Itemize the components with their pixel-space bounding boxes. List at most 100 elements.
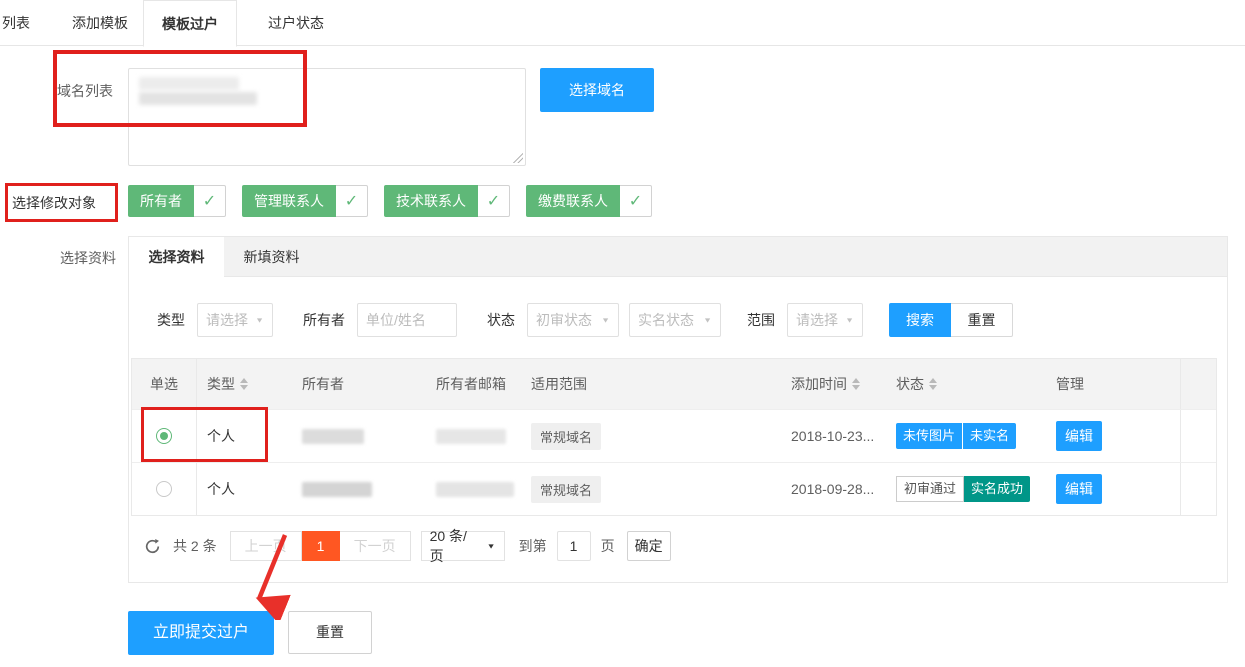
table-row: 个人 常规域名 2018-09-28... 初审通过 实名成功 编辑	[132, 462, 1216, 515]
filter-audit-status-select[interactable]: 初审状态 ▼	[527, 303, 619, 337]
top-tab-list[interactable]: 列表	[2, 0, 30, 46]
status-badge: 未传图片	[896, 423, 962, 449]
filter-reset-button[interactable]: 重置	[951, 303, 1013, 337]
check-icon[interactable]: ✓	[194, 185, 226, 217]
check-icon[interactable]: ✓	[336, 185, 368, 217]
filter-row: 类型 请选择 ▼ 所有者 状态 初审状态 ▼ 实名状态 ▼ 范围 请选择 ▼ 搜…	[157, 303, 1013, 337]
textarea-resize-handle[interactable]	[513, 153, 523, 163]
col-header-status[interactable]: 状态	[886, 359, 1046, 409]
row-radio-unselected[interactable]	[156, 481, 172, 497]
filter-owner-input[interactable]	[357, 303, 457, 337]
toggle-tech-label: 技术联系人	[384, 185, 478, 217]
edit-button[interactable]: 编辑	[1056, 421, 1102, 451]
check-icon[interactable]: ✓	[478, 185, 510, 217]
owner-email-cell	[426, 410, 521, 462]
footer-reset-button[interactable]: 重置	[288, 611, 372, 654]
redacted-domain-line	[139, 77, 239, 90]
filter-status-label: 状态	[487, 310, 515, 330]
filter-scope-label: 范围	[747, 310, 775, 330]
search-button[interactable]: 搜索	[889, 303, 951, 337]
jump-page-input[interactable]	[557, 531, 591, 561]
filter-type-label: 类型	[157, 310, 185, 330]
scope-cell: 常规域名	[521, 410, 781, 462]
spacer-cell	[1181, 463, 1216, 515]
col-header-added-time-label: 添加时间	[791, 374, 847, 394]
spacer-cell	[1181, 410, 1216, 462]
owner-email-cell	[426, 463, 521, 515]
top-tab-template-transfer[interactable]: 模板过户	[143, 0, 237, 47]
col-header-type[interactable]: 类型	[197, 359, 292, 409]
type-cell: 个人	[197, 463, 292, 515]
toggle-tech-contact[interactable]: 技术联系人 ✓	[384, 185, 510, 217]
tab-new-material[interactable]: 新填资料	[224, 237, 319, 277]
material-tabstrip: 选择资料 新填资料	[129, 237, 1227, 277]
toggle-billing-contact[interactable]: 缴费联系人 ✓	[526, 185, 652, 217]
chevron-down-icon: ▼	[703, 316, 712, 324]
owner-cell	[292, 463, 426, 515]
total-count: 共 2 条	[173, 536, 217, 556]
toggle-billing-label: 缴费联系人	[526, 185, 620, 217]
status-badge: 实名成功	[964, 476, 1030, 502]
col-header-spacer	[1181, 359, 1216, 409]
status-cell: 未传图片 未实名	[886, 410, 1046, 462]
filter-realname-status-select[interactable]: 实名状态 ▼	[629, 303, 721, 337]
submit-transfer-button[interactable]: 立即提交过户	[128, 611, 274, 655]
filter-type-select[interactable]: 请选择 ▼	[197, 303, 273, 337]
top-tab-add-template[interactable]: 添加模板	[72, 0, 128, 46]
col-header-manage: 管理	[1046, 359, 1181, 409]
status-badge: 未实名	[963, 423, 1016, 449]
domain-list-textarea[interactable]	[128, 68, 526, 166]
top-tab-transfer-status[interactable]: 过户状态	[268, 0, 324, 46]
col-header-radio: 单选	[132, 359, 197, 409]
page-size-value: 20 条/页	[430, 526, 481, 566]
toggle-owner-label: 所有者	[128, 185, 194, 217]
status-badge: 初审通过	[896, 476, 964, 502]
chevron-down-icon: ▼	[487, 542, 496, 550]
chevron-down-icon: ▼	[845, 316, 854, 324]
sort-icon[interactable]	[852, 378, 860, 390]
col-header-scope: 适用范围	[521, 359, 781, 409]
type-cell: 个人	[197, 410, 292, 462]
redacted-owner	[302, 429, 364, 444]
filter-type-value: 请选择	[206, 310, 248, 330]
redacted-email	[436, 429, 506, 444]
page-size-select[interactable]: 20 条/页 ▼	[421, 531, 505, 561]
scope-badge: 常规域名	[531, 423, 601, 450]
col-header-status-label: 状态	[896, 374, 924, 394]
col-header-owner: 所有者	[292, 359, 426, 409]
modify-target-label: 选择修改对象	[12, 193, 96, 213]
tab-select-material[interactable]: 选择资料	[129, 237, 224, 278]
domain-list-label: 域名列表	[57, 81, 113, 101]
sort-icon[interactable]	[929, 378, 937, 390]
page-buttons: 上一页 1 下一页	[230, 531, 411, 561]
next-page-button[interactable]: 下一页	[340, 531, 411, 561]
prev-page-button[interactable]: 上一页	[230, 531, 302, 561]
radio-cell	[132, 463, 197, 515]
confirm-button[interactable]: 确定	[627, 531, 671, 561]
table-header-row: 单选 类型 所有者 所有者邮箱 适用范围 添加时间 状态 管理	[132, 359, 1216, 409]
owner-cell	[292, 410, 426, 462]
redacted-domain-line	[139, 92, 257, 105]
row-radio-selected[interactable]	[156, 428, 172, 444]
toggle-owner[interactable]: 所有者 ✓	[128, 185, 226, 217]
sort-icon[interactable]	[240, 378, 248, 390]
toggle-admin-contact[interactable]: 管理联系人 ✓	[242, 185, 368, 217]
refresh-icon[interactable]	[144, 538, 161, 555]
choose-domain-button[interactable]: 选择域名	[540, 68, 654, 112]
filter-realname-status-value: 实名状态	[638, 310, 694, 330]
filter-owner-label: 所有者	[303, 310, 345, 330]
current-page[interactable]: 1	[302, 531, 340, 561]
pagination: 共 2 条 上一页 1 下一页 20 条/页 ▼ 到第 页 确定	[144, 531, 671, 561]
col-header-added-time[interactable]: 添加时间	[781, 359, 886, 409]
edit-button[interactable]: 编辑	[1056, 474, 1102, 504]
jump-prefix-label: 到第	[519, 536, 547, 556]
filter-scope-select[interactable]: 请选择 ▼	[787, 303, 863, 337]
check-icon[interactable]: ✓	[620, 185, 652, 217]
toggle-admin-label: 管理联系人	[242, 185, 336, 217]
manage-cell: 编辑	[1046, 410, 1181, 462]
filter-scope-value: 请选择	[796, 310, 838, 330]
top-tab-bar: 列表 添加模板 模板过户 过户状态	[0, 0, 1245, 46]
material-label: 选择资料	[60, 248, 116, 268]
chevron-down-icon: ▼	[601, 316, 610, 324]
filter-audit-status-value: 初审状态	[536, 310, 592, 330]
